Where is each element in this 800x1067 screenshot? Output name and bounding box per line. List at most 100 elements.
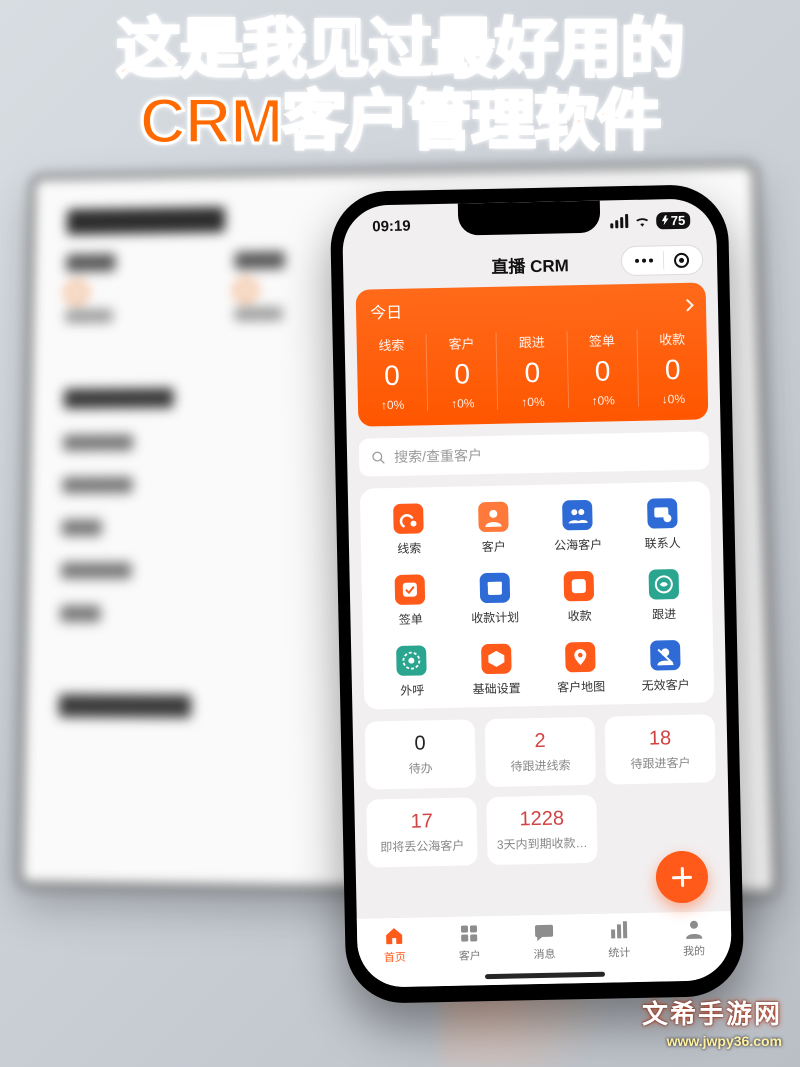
tab-我的[interactable]: 我的 xyxy=(656,917,732,960)
module-icon xyxy=(648,569,679,600)
app-title: 直播 CRM xyxy=(491,251,569,278)
kpi-value: 0 xyxy=(638,353,708,386)
svg-text:¥: ¥ xyxy=(575,581,583,593)
battery-icon: 75 xyxy=(656,211,691,229)
chevron-right-icon xyxy=(681,298,694,311)
module-icon xyxy=(562,500,593,531)
task-value: 18 xyxy=(613,726,707,751)
today-title: 今日 xyxy=(370,299,403,324)
task-value: 1228 xyxy=(494,807,588,832)
kpi-delta: ↓0% xyxy=(639,391,708,406)
wifi-icon xyxy=(634,215,650,227)
kpi-value: 0 xyxy=(427,358,497,391)
module-icon xyxy=(393,503,424,534)
module-label: 签单 xyxy=(399,610,423,627)
kpi-delta: ↑0% xyxy=(498,394,567,409)
kpi-线索[interactable]: 线索 0 ↑0% xyxy=(357,334,428,412)
module-icon xyxy=(481,644,512,675)
tab-label: 消息 xyxy=(533,946,555,962)
task-label: 待跟进客户 xyxy=(613,753,707,772)
kpi-跟进[interactable]: 跟进 0 ↑0% xyxy=(496,331,568,409)
module-label: 基础设置 xyxy=(473,679,521,697)
miniprogram-capsule[interactable] xyxy=(621,244,704,276)
kpi-label: 跟进 xyxy=(497,331,567,351)
task-tile-即将丢公海客户[interactable]: 17 即将丢公海客户 xyxy=(366,797,477,867)
tab-label: 我的 xyxy=(683,943,705,959)
module-label: 收款 xyxy=(568,607,592,624)
module-label: 无效客户 xyxy=(641,676,689,694)
tab-统计[interactable]: 统计 xyxy=(581,919,657,962)
kpi-label: 收款 xyxy=(637,328,707,348)
kpi-value: 0 xyxy=(497,356,567,389)
module-icon xyxy=(395,574,426,605)
watermark: 文希手游网 www.jwpy36.com xyxy=(642,994,782,1049)
module-label: 联系人 xyxy=(645,534,681,552)
module-icon xyxy=(650,640,681,671)
module-基础设置[interactable]: 基础设置 xyxy=(454,643,540,698)
tab-icon xyxy=(608,919,630,941)
tab-客户[interactable]: 客户 xyxy=(432,922,508,965)
module-客户[interactable]: 客户 xyxy=(451,501,537,556)
monitor-section-title xyxy=(67,207,225,235)
phone-screen: 09:19 75 直播 CRM 今日 xyxy=(342,198,732,988)
task-value: 2 xyxy=(493,729,587,754)
task-value: 17 xyxy=(375,809,469,834)
kpi-签单[interactable]: 签单0↑0% xyxy=(566,330,638,408)
module-label: 外呼 xyxy=(400,681,424,698)
task-tile-3天内到期收款…[interactable]: 12283天内到期收款… xyxy=(486,795,597,865)
overlay-headline: 这是我见过最好用的 CRM客户管理软件 xyxy=(0,14,800,157)
module-icon: ¥ xyxy=(564,571,595,602)
watermark-url: www.jwpy36.com xyxy=(667,1033,782,1049)
task-tile-待办[interactable]: 0待办 xyxy=(365,719,476,789)
module-客户地图[interactable]: 客户地图 xyxy=(538,641,624,696)
tab-label: 统计 xyxy=(608,944,630,960)
search-placeholder: 搜索/查重客户 xyxy=(394,445,482,467)
tab-icon xyxy=(383,924,405,946)
search-icon xyxy=(371,450,386,465)
module-label: 客户 xyxy=(482,538,506,555)
module-icon xyxy=(479,573,510,604)
kpi-delta: ↑0% xyxy=(358,397,427,412)
task-tile-待跟进线索[interactable]: 2 待跟进线索 xyxy=(485,717,596,787)
module-label: 客户地图 xyxy=(557,678,605,696)
module-收款计划[interactable]: 收款计划 xyxy=(452,572,538,627)
module-联系人[interactable]: 联系人 xyxy=(620,497,706,552)
task-tile-待跟进客户[interactable]: 18 待跟进客户 xyxy=(605,714,716,784)
module-签单[interactable]: 签单 xyxy=(368,574,454,629)
tab-消息[interactable]: 消息 xyxy=(506,920,582,963)
kpi-value: 0 xyxy=(568,355,638,388)
module-label: 线索 xyxy=(397,539,421,556)
module-跟进[interactable]: 跟进 xyxy=(621,568,707,623)
tab-label: 首页 xyxy=(384,949,406,965)
module-收款[interactable]: ¥ 收款 xyxy=(537,570,623,625)
kpi-value: 0 xyxy=(357,359,427,392)
today-summary-card[interactable]: 今日 线索0↑0%客户0↑0%跟进0↑0%签单0↑0%收款0↓0% xyxy=(356,282,709,426)
module-公海客户[interactable]: 公海客户 xyxy=(535,499,621,554)
module-无效客户[interactable]: 无效客户 xyxy=(623,639,709,694)
capsule-menu-icon[interactable] xyxy=(635,258,653,262)
task-label: 待跟进线索 xyxy=(493,756,587,775)
task-tiles: 0待办 2 待跟进线索 18 待跟进客户 17 即将丢公海客户 12283天内到期收款… xyxy=(365,714,718,867)
module-线索[interactable]: 线索 xyxy=(366,503,452,558)
tab-icon xyxy=(533,921,555,943)
kpi-label: 客户 xyxy=(427,333,497,353)
tab-首页[interactable]: 首页 xyxy=(357,923,433,966)
signal-icon xyxy=(610,214,628,228)
kpi-客户[interactable]: 客户 0 ↑0% xyxy=(426,333,498,411)
tab-icon xyxy=(458,922,480,944)
phone-frame: 09:19 75 直播 CRM 今日 xyxy=(330,184,745,1004)
module-label: 收款计划 xyxy=(471,608,519,626)
task-label: 即将丢公海客户 xyxy=(375,836,469,855)
kpi-收款[interactable]: 收款 0 ↓0% xyxy=(636,328,708,406)
module-label: 公海客户 xyxy=(554,536,602,554)
task-label: 待办 xyxy=(373,758,467,777)
kpi-label: 线索 xyxy=(357,334,427,354)
kpi-delta: ↑0% xyxy=(568,393,637,408)
search-input[interactable]: 搜索/查重客户 xyxy=(359,431,710,476)
module-icon xyxy=(396,645,427,676)
module-icon xyxy=(478,502,509,533)
module-grid: 线索 客户 公海客户 联系人签单 收款计划 ¥ 收款 跟进外呼 基础设置 客户地图 无效客户 xyxy=(360,481,715,709)
kpi-delta: ↑0% xyxy=(428,396,497,411)
capsule-close-icon[interactable] xyxy=(674,252,689,267)
module-外呼[interactable]: 外呼 xyxy=(369,645,455,700)
